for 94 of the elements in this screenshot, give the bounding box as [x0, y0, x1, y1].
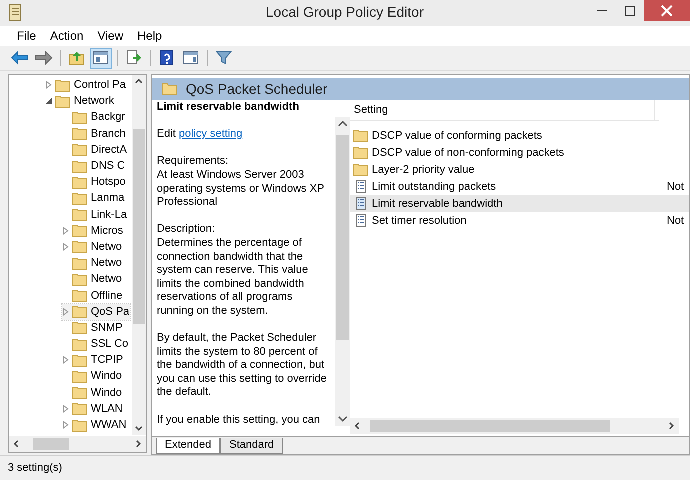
tree-item[interactable]: TCPIP	[62, 352, 124, 368]
folder-icon	[55, 78, 71, 92]
list-row[interactable]: Limit outstanding packets Not	[350, 178, 689, 195]
tree-item[interactable]: Lanma	[62, 190, 125, 206]
folder-icon	[72, 256, 88, 270]
folder-icon	[72, 176, 88, 189]
folder-icon	[72, 110, 88, 124]
requirements-text: At least Windows Server 2003 operating systems or Windows XP Professional	[157, 168, 326, 210]
tree-item[interactable]: Netwo	[62, 255, 122, 272]
folder-icon	[55, 94, 71, 108]
scrollbar-thumb[interactable]	[33, 438, 69, 450]
folder-icon	[72, 240, 88, 254]
maximize-icon	[625, 6, 635, 16]
folder-icon	[72, 143, 88, 156]
tree-item[interactable]: QoS Pa	[62, 304, 130, 320]
folder-icon	[162, 82, 178, 96]
state-cell-text: Not	[667, 214, 686, 226]
menu-item[interactable]: File	[10, 29, 44, 43]
tree-item[interactable]: Offline	[62, 287, 123, 304]
description-text: Determines the percentage of connection bandwidth that the system can reserve. This value limits the combined bandwidth reservations of all programs running on the system.	[157, 236, 310, 318]
tree-item[interactable]: Windo	[62, 368, 122, 385]
column-header[interactable]: Setting	[350, 100, 655, 120]
tree-item[interactable]: Link-La	[62, 206, 128, 223]
view-tab[interactable]: Standard	[220, 438, 284, 454]
description-text: If you enable this setting, you can	[157, 414, 322, 428]
tree-item[interactable]: WLAN	[62, 400, 123, 417]
document-icon	[353, 214, 369, 227]
tree-item[interactable]: Control Pa	[45, 77, 126, 94]
window-title: Local Group Policy Editor	[266, 4, 424, 20]
folder-icon	[72, 354, 88, 367]
folder-icon	[72, 370, 88, 383]
folder-icon	[72, 127, 88, 140]
pane-title: QoS Packet Scheduler	[186, 81, 328, 97]
policy-setting-link[interactable]: policy setting	[179, 128, 243, 140]
edit-label: Edit	[157, 128, 176, 140]
folder-icon	[72, 338, 88, 351]
folder-icon	[353, 129, 369, 142]
menu-item[interactable]: Help	[130, 29, 170, 43]
folder-icon	[72, 208, 88, 222]
tree-item[interactable]: Micros	[62, 222, 124, 239]
tree-item[interactable]: DirectA	[62, 142, 128, 158]
expand-arrow-icon[interactable]	[45, 81, 53, 90]
close-icon	[661, 4, 673, 16]
folder-icon	[72, 418, 88, 432]
folder-icon	[72, 224, 88, 238]
tree-item[interactable]: WWAN	[62, 416, 127, 434]
document-icon	[353, 180, 369, 193]
requirements-label: Requirements:	[157, 155, 230, 169]
tree-item[interactable]: SSL Co	[62, 336, 129, 352]
folder-icon	[72, 192, 88, 205]
list-row[interactable]: Set timer resolution Not	[350, 212, 689, 229]
view-tab[interactable]: Extended	[156, 438, 220, 454]
tree-item[interactable]: Backgr	[62, 109, 126, 126]
minimize-icon	[597, 10, 607, 12]
state-cell-text: Not	[667, 180, 686, 192]
folder-icon	[72, 272, 88, 286]
description-text: By default, the Packet Scheduler limits the system to 80 percent of the bandwidth of a connection, but you can use this setting to override the default.	[157, 332, 328, 400]
folder-icon	[353, 146, 369, 159]
tree-item[interactable]: Netwo	[62, 238, 122, 256]
tree-item[interactable]: Network	[45, 93, 114, 110]
list-row[interactable]: DSCP value of non-conforming packets	[350, 144, 689, 161]
tree-item[interactable]: Branch	[62, 126, 126, 142]
vertical-scrollbar[interactable]	[132, 75, 146, 435]
document-icon	[353, 197, 369, 210]
setting-title: Limit reservable bandwidth	[157, 101, 300, 115]
scroll-icon	[8, 4, 24, 22]
menu-item[interactable]: Action	[43, 29, 91, 43]
folder-icon	[353, 163, 369, 176]
expand-arrow-icon[interactable]	[62, 356, 70, 364]
scrollbar-thumb[interactable]	[133, 129, 145, 324]
tree-item[interactable]: DNS C	[62, 158, 126, 174]
scrollbar-thumb[interactable]	[336, 135, 349, 340]
list-row[interactable]: Layer-2 priority value	[350, 161, 689, 178]
menu-item[interactable]: View	[90, 29, 130, 43]
console-tree-button[interactable]	[90, 48, 112, 68]
list-row[interactable]: Limit reservable bandwidth	[350, 195, 689, 212]
scrollbar-thumb[interactable]	[370, 420, 610, 432]
folder-icon	[72, 386, 88, 400]
horizontal-scrollbar[interactable]	[350, 418, 679, 434]
tree-item[interactable]: Hotspo	[62, 174, 126, 190]
tree-item[interactable]: Windo	[62, 384, 122, 401]
status-text: 3 setting(s)	[8, 462, 62, 474]
description-label: Description:	[157, 223, 216, 237]
list-row[interactable]: DSCP value of conforming packets	[350, 127, 689, 144]
collapse-arrow-icon[interactable]	[45, 97, 53, 106]
tree-item[interactable]: Netwo	[62, 271, 122, 288]
horizontal-scrollbar[interactable]	[9, 436, 146, 452]
folder-icon	[72, 160, 88, 173]
vertical-scrollbar[interactable]	[335, 117, 350, 426]
folder-icon	[72, 305, 88, 318]
tree-item[interactable]: SNMP	[62, 320, 123, 336]
close-button[interactable]	[644, 0, 690, 21]
folder-icon	[72, 402, 88, 416]
expand-arrow-icon[interactable]	[62, 308, 70, 316]
